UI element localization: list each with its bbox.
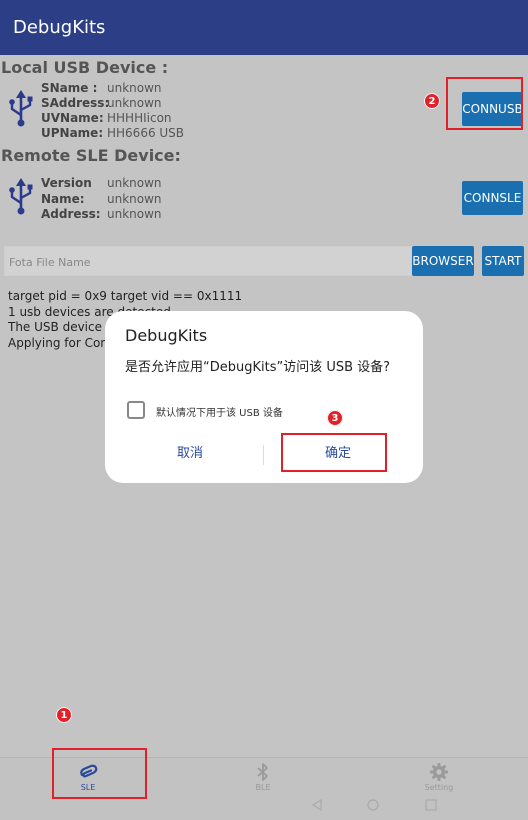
highlight-sle-tab [52, 748, 147, 799]
browser-button[interactable]: BROWSER [412, 246, 474, 276]
fota-file-input[interactable]: Fota File Name [4, 246, 412, 276]
app-title: DebugKits [13, 17, 106, 38]
nav-item-setting[interactable]: Setting [404, 758, 474, 798]
app-bar: DebugKits [0, 0, 528, 55]
remote-sle-heading: Remote SLE Device: [1, 146, 181, 165]
nav-label: Setting [424, 783, 454, 792]
gear-icon [430, 763, 448, 781]
marker-3: 3 [327, 410, 343, 426]
dialog-message: 是否允许应用“DebugKits”访问该 USB 设备? [125, 360, 391, 375]
marker-1: 1 [56, 707, 72, 723]
log-line: target pid = 0x9 target vid == 0x1111 [8, 289, 243, 303]
bluetooth-icon [257, 763, 268, 781]
usb-icon [9, 90, 33, 127]
dialog-divider [263, 445, 264, 465]
highlight-connusb [446, 77, 523, 130]
back-icon[interactable] [310, 798, 324, 812]
cancel-button[interactable]: 取消 [177, 442, 203, 461]
dialog-title: DebugKits [125, 326, 208, 345]
highlight-ok [281, 433, 387, 472]
home-icon[interactable] [366, 798, 380, 812]
checkbox-label: 默认情况下用于该 USB 设备 [156, 408, 283, 419]
nav-label: BLE [255, 783, 271, 792]
usb-icon [9, 178, 33, 215]
local-usb-heading: Local USB Device : [1, 58, 169, 77]
recents-icon[interactable] [424, 798, 438, 812]
start-button[interactable]: START [482, 246, 524, 276]
default-usb-checkbox[interactable] [127, 401, 145, 419]
marker-2: 2 [424, 93, 440, 109]
connsle-button[interactable]: CONNSLE [462, 181, 523, 215]
nav-item-ble[interactable]: BLE [228, 758, 298, 798]
